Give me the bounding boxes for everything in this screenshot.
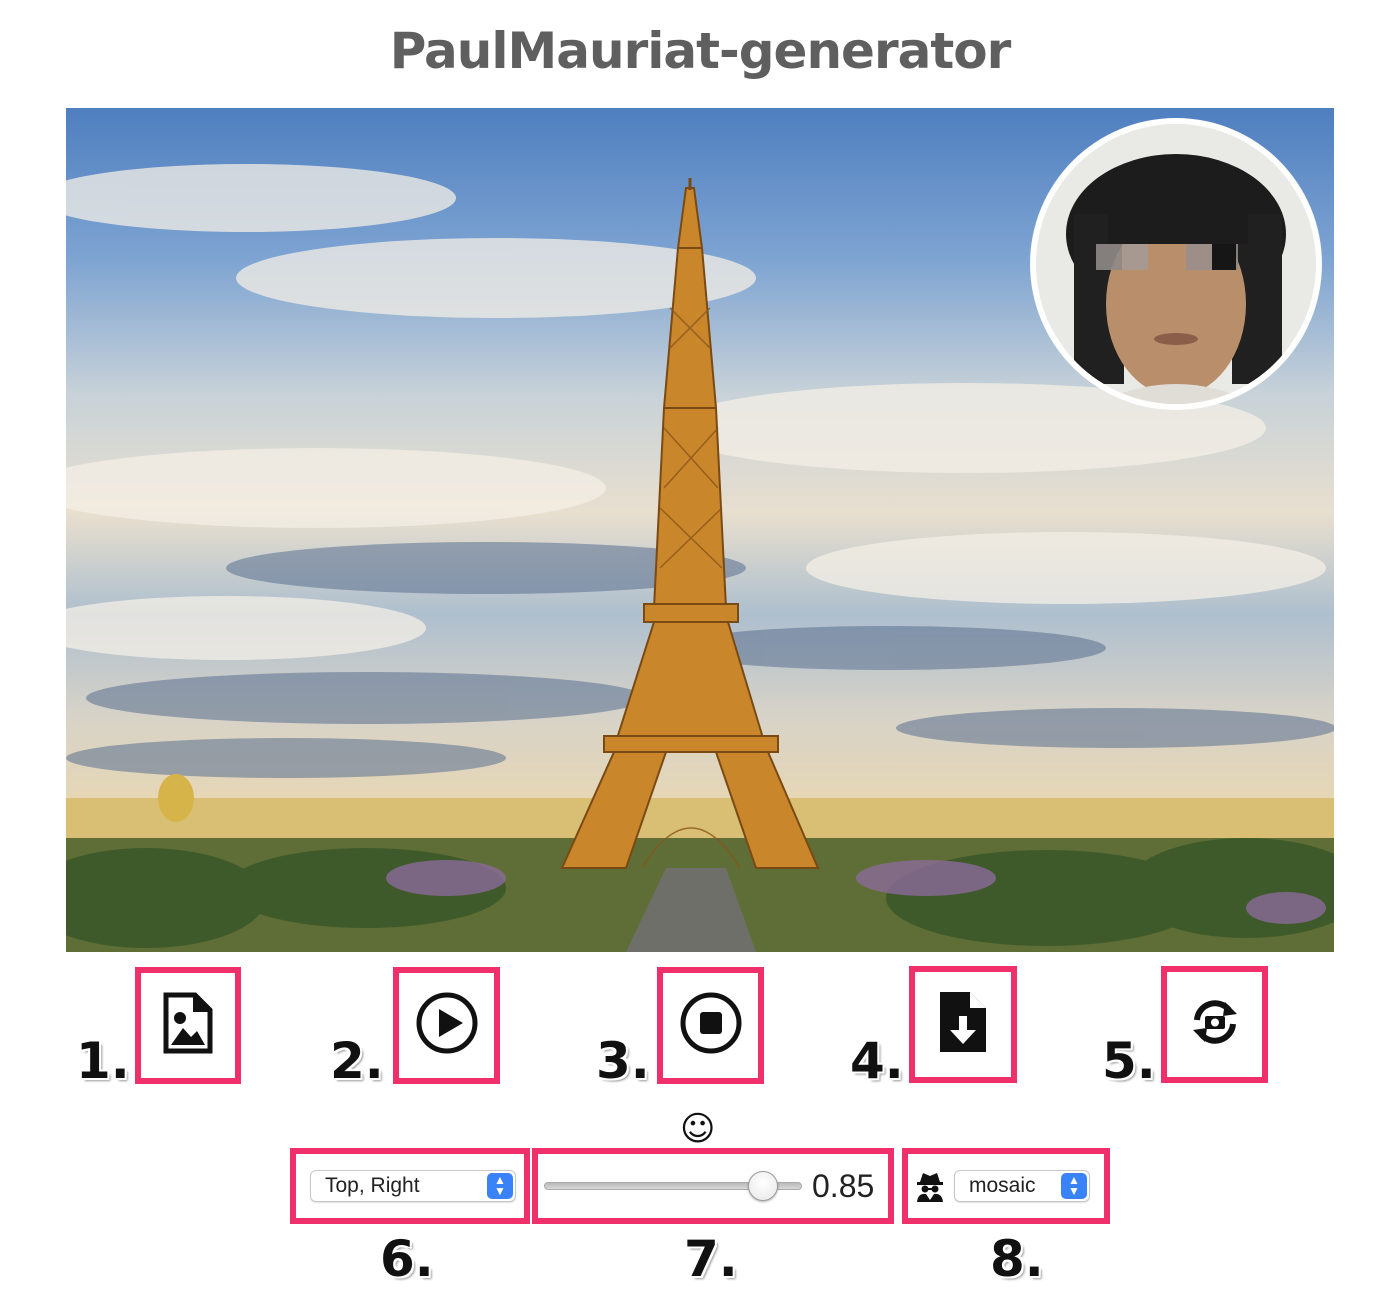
step-number-7: 7. [684,1230,738,1288]
stop-circle-icon [679,991,743,1060]
step-number-1: 1. [76,1032,130,1090]
file-image-icon [163,992,213,1059]
step-number-5: 5. [1102,1032,1156,1090]
step-number-8: 8. [990,1230,1044,1288]
step-number-6: 6. [380,1230,434,1288]
stop-button[interactable] [657,967,764,1084]
filter-select[interactable]: mosaic ▲ ▼ [954,1170,1090,1202]
download-button[interactable] [909,966,1017,1083]
step-number-4: 4. [850,1032,904,1090]
play-circle-icon [415,991,479,1060]
face-avatar [1036,124,1316,404]
file-download-icon [938,990,988,1059]
chevron-updown-icon: ▲ ▼ [1061,1173,1087,1199]
face-icon: ☺ [680,1109,716,1149]
step-number-3: 3. [596,1032,650,1090]
position-select-value: Top, Right [325,1174,420,1197]
chevron-updown-icon: ▲ ▼ [487,1173,513,1199]
spy-icon [914,1170,946,1207]
slider-value: 0.85 [812,1168,875,1204]
play-button[interactable] [393,967,500,1084]
position-select[interactable]: Top, Right ▲ ▼ [310,1170,516,1202]
switch-camera-button[interactable] [1161,966,1268,1083]
page-title: PaulMauriat-generator [389,22,1012,80]
filter-select-value: mosaic [969,1174,1036,1197]
load-image-button[interactable] [135,967,241,1084]
camera-switch-icon [1191,1000,1239,1049]
step-number-2: 2. [330,1032,384,1090]
